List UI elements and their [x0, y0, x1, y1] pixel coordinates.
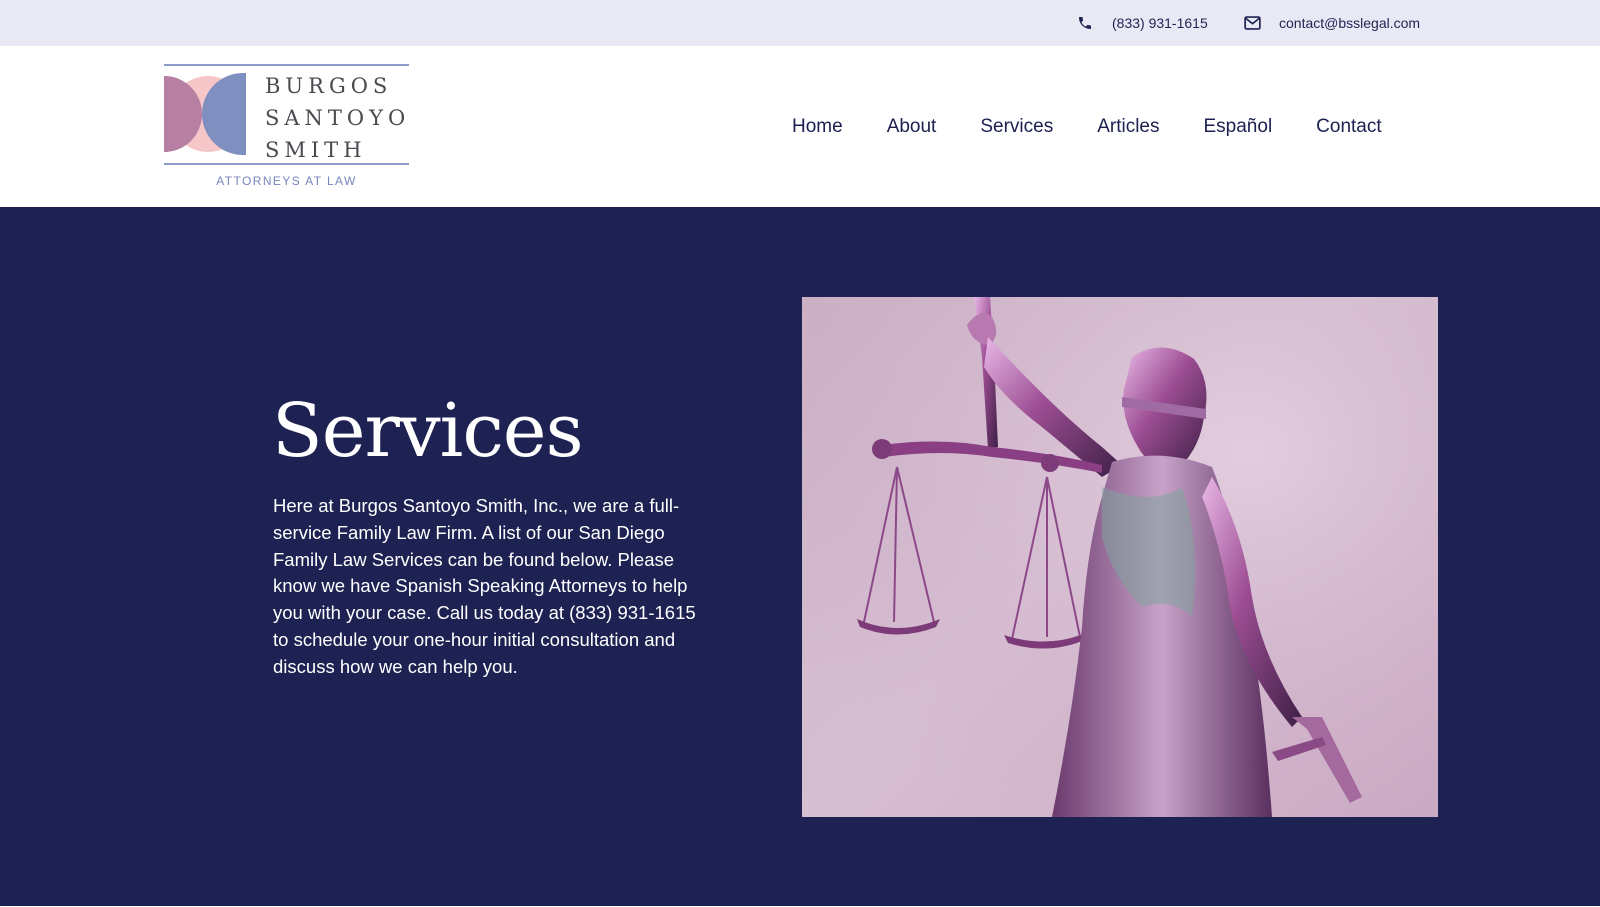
nav-item-espanol[interactable]: Español: [1204, 116, 1273, 138]
phone-number: (833) 931-1615: [1112, 15, 1208, 31]
hero-description: Here at Burgos Santoyo Smith, Inc., we a…: [273, 495, 696, 677]
logo-wordmark: BURGOS SANTOYO SMITH: [265, 70, 411, 166]
logo-line-3: SMITH: [265, 138, 367, 162]
main-nav: Home About Services Articles Español Con…: [770, 46, 1404, 207]
envelope-icon: [1243, 14, 1261, 32]
nav-item-home[interactable]: Home: [792, 116, 843, 138]
lady-justice-statue-image: [802, 297, 1438, 817]
email-link[interactable]: contact@bsslegal.com: [1243, 0, 1420, 46]
top-contact-bar: (833) 931-1615 contact@bsslegal.com: [0, 0, 1600, 46]
logo-bottom-rule: [164, 163, 409, 165]
page-title: Services: [272, 388, 584, 474]
phone-icon: [1076, 14, 1094, 32]
nav-item-contact[interactable]: Contact: [1316, 116, 1381, 138]
logo-tagline: ATTORNEYS AT LAW: [216, 174, 357, 188]
logo-line-1: BURGOS: [265, 74, 393, 98]
nav-item-services[interactable]: Services: [980, 116, 1053, 138]
email-address: contact@bsslegal.com: [1279, 15, 1421, 31]
nav-item-about[interactable]: About: [887, 116, 937, 138]
nav-item-articles[interactable]: Articles: [1097, 116, 1159, 138]
phone-link[interactable]: (833) 931-1615: [1076, 0, 1208, 46]
site-header: BURGOS SANTOYO SMITH ATTORNEYS AT LAW Ho…: [0, 46, 1600, 207]
services-hero: Services Here at Burgos Santoyo Smith, I…: [0, 207, 1600, 907]
logo-top-rule: [164, 64, 409, 66]
logo-line-2: SANTOYO: [265, 106, 411, 130]
logo-mark-icon: [164, 73, 246, 155]
firm-logo[interactable]: BURGOS SANTOYO SMITH ATTORNEYS AT LAW: [164, 64, 409, 192]
